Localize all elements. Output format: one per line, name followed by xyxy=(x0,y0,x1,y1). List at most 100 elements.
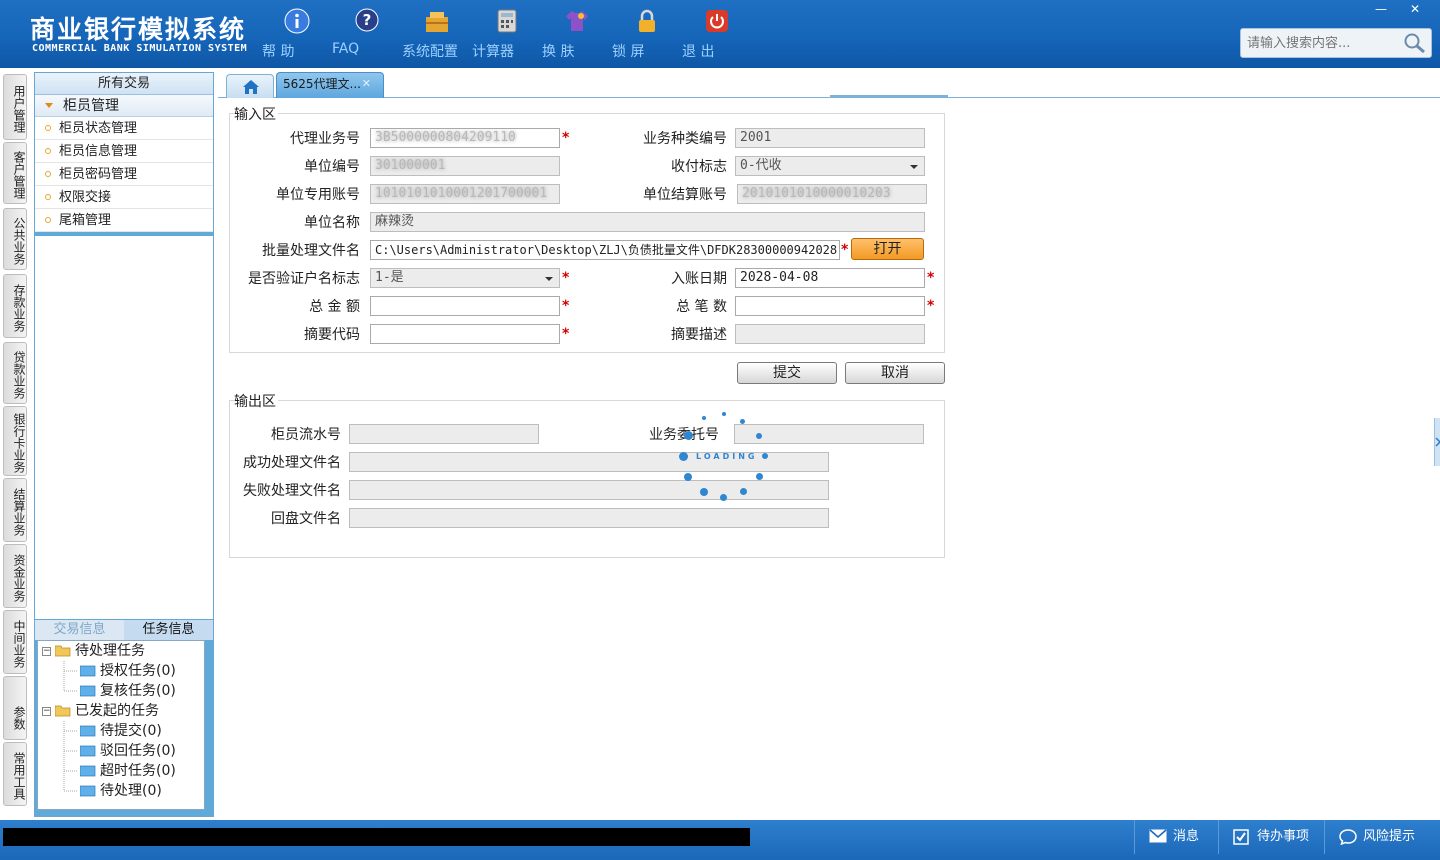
chevron-right-icon xyxy=(1435,437,1440,447)
tree-node-initiated[interactable]: − 已发起的任务 xyxy=(42,701,159,721)
sidebar-item-tail-box[interactable]: 尾箱管理 xyxy=(35,209,213,232)
spinner-dot xyxy=(700,488,708,496)
tab-label: 5625代理文... xyxy=(283,77,361,91)
tree-node-rejected[interactable]: 驳回任务(0) xyxy=(80,741,176,761)
search-input[interactable] xyxy=(1241,29,1401,57)
close-window-button[interactable]: ✕ xyxy=(1398,0,1432,18)
tree-node-auth-tasks[interactable]: 授权任务(0) xyxy=(80,661,176,681)
shirt-icon xyxy=(566,11,588,31)
minimize-button[interactable]: — xyxy=(1364,0,1398,18)
vtab-parameters[interactable]: 参数 xyxy=(3,676,27,740)
required-mark: * xyxy=(841,242,849,258)
close-tab-icon[interactable]: ✕ xyxy=(362,73,371,95)
faq-label: FAQ xyxy=(332,41,360,57)
bullet-icon xyxy=(45,217,51,223)
vtab-bankcard-business[interactable]: 银行卡业务 xyxy=(3,406,27,476)
unit-account-field[interactable]: 1010101010001201700001 xyxy=(370,184,560,204)
payment-flag-select[interactable]: 0-代收 xyxy=(735,156,925,176)
window-controls: — ✕ xyxy=(1364,0,1432,18)
summary-code-label: 摘要代码 xyxy=(304,327,360,343)
faq-button[interactable]: ? FAQ xyxy=(332,8,402,57)
exit-button[interactable]: 退 出 xyxy=(682,8,752,60)
vtab-fund-business[interactable]: 资金业务 xyxy=(3,544,27,608)
business-type-no-field[interactable]: 2001 xyxy=(735,128,925,148)
calculator-icon xyxy=(497,9,517,33)
total-amount-field[interactable] xyxy=(370,296,560,316)
agent-business-no-field[interactable]: 3B5000000804209110 xyxy=(370,128,560,148)
todo-button[interactable]: 待办事项 xyxy=(1218,820,1322,854)
chat-bubble-icon xyxy=(1339,829,1357,845)
output-section-title: 输出区 xyxy=(234,391,278,411)
home-icon xyxy=(243,80,259,94)
tree-node-timeout[interactable]: 超时任务(0) xyxy=(80,761,176,781)
verify-name-select[interactable]: 1-是 xyxy=(370,268,560,288)
tree-node-to-process[interactable]: 待处理(0) xyxy=(80,781,162,801)
right-panel-toggle[interactable] xyxy=(1434,418,1440,466)
help-button[interactable]: 帮 助 xyxy=(262,8,332,60)
unit-name-field[interactable]: 麻辣烫 xyxy=(370,212,925,232)
task-tree: − 待处理任务 授权任务(0) 复核任务(0) − 已发起的任务 待提交(0) 驳回… xyxy=(37,640,205,810)
all-transactions-header[interactable]: 所有交易 xyxy=(35,73,213,95)
tab-task-info[interactable]: 任务信息 xyxy=(124,620,213,640)
collapse-icon[interactable]: − xyxy=(42,646,51,656)
tree-node-to-submit[interactable]: 待提交(0) xyxy=(80,721,162,741)
tree-node-pending[interactable]: − 待处理任务 xyxy=(42,641,145,661)
search-icon[interactable] xyxy=(1403,32,1427,54)
sidebar-item-teller-info[interactable]: 柜员信息管理 xyxy=(35,140,213,163)
batch-file-field[interactable]: C:\Users\Administrator\Desktop\ZLJ\负债批量文… xyxy=(370,240,840,260)
unit-settle-account-label: 单位结算账号 xyxy=(643,187,727,203)
vtab-customer-management[interactable]: 客户管理 xyxy=(3,142,27,204)
required-mark: * xyxy=(562,130,570,146)
summary-code-field[interactable] xyxy=(370,324,560,344)
calculator-label: 计算器 xyxy=(472,44,514,60)
tree-node-review-tasks[interactable]: 复核任务(0) xyxy=(80,681,176,701)
summary-desc-field[interactable] xyxy=(735,324,925,344)
risk-alert-button[interactable]: 风险提示 xyxy=(1324,820,1434,854)
config-icon xyxy=(426,12,448,32)
vtab-public-business[interactable]: 公共业务 xyxy=(3,208,27,270)
teller-management-group[interactable]: 柜员管理 xyxy=(35,95,213,117)
verify-name-label: 是否验证户名标志 xyxy=(248,271,360,287)
vtab-settlement-business[interactable]: 结算业务 xyxy=(3,478,27,542)
messages-button[interactable]: 消息 xyxy=(1134,820,1216,854)
return-file-field[interactable] xyxy=(349,508,829,528)
unit-settle-account-field[interactable]: 2010101010000010203 xyxy=(737,184,927,204)
power-icon xyxy=(706,10,728,32)
unit-no-label: 单位编号 xyxy=(304,159,360,175)
app-subtitle: COMMERCIAL BANK SIMULATION SYSTEM xyxy=(32,43,248,54)
sidebar-item-label: 柜员信息管理 xyxy=(59,144,138,159)
sidebar-empty-area xyxy=(35,236,213,619)
bullet-icon xyxy=(45,194,51,200)
payment-flag-label: 收付标志 xyxy=(671,159,727,175)
skin-button[interactable]: 换 肤 xyxy=(542,8,612,60)
vtab-intermediate-business[interactable]: 中间业务 xyxy=(3,610,27,674)
lock-icon xyxy=(639,9,655,32)
tab-home[interactable] xyxy=(226,74,274,98)
submit-button[interactable]: 提交 xyxy=(737,362,837,384)
vtab-common-tools[interactable]: 常用工具 xyxy=(3,742,27,806)
cancel-button[interactable]: 取消 xyxy=(845,362,945,384)
skin-label: 换 肤 xyxy=(542,44,575,60)
agent-business-no-label: 代理业务号 xyxy=(290,131,360,147)
entry-date-field[interactable]: 2028-04-08 xyxy=(735,268,925,288)
vtab-user-management[interactable]: 用户管理 xyxy=(3,74,27,140)
lock-button[interactable]: 锁 屏 xyxy=(612,8,682,60)
open-file-button[interactable]: 打开 xyxy=(851,238,924,260)
total-count-field[interactable] xyxy=(735,296,925,316)
sidebar-item-teller-status[interactable]: 柜员状态管理 xyxy=(35,117,213,140)
tab-agent-file[interactable]: 5625代理文... ✕ xyxy=(276,72,384,98)
sidebar-item-teller-password[interactable]: 柜员密码管理 xyxy=(35,163,213,186)
spinner-dot xyxy=(762,453,768,459)
config-button[interactable]: 系统配置 xyxy=(402,8,472,60)
unit-no-field[interactable]: 301000001 xyxy=(370,156,560,176)
vtab-deposit-business[interactable]: 存款业务 xyxy=(3,274,27,338)
teller-serial-field[interactable] xyxy=(349,424,539,444)
tab-transaction-info[interactable]: 交易信息 xyxy=(35,620,124,640)
collapse-icon[interactable]: − xyxy=(42,706,51,716)
spinner-dot xyxy=(740,419,745,424)
sidebar-item-permission-handover[interactable]: 权限交接 xyxy=(35,186,213,209)
spinner-dot xyxy=(756,433,762,439)
batch-file-label: 批量处理文件名 xyxy=(262,243,360,259)
calculator-button[interactable]: 计算器 xyxy=(472,8,542,60)
vtab-loan-business[interactable]: 贷款业务 xyxy=(3,342,27,404)
